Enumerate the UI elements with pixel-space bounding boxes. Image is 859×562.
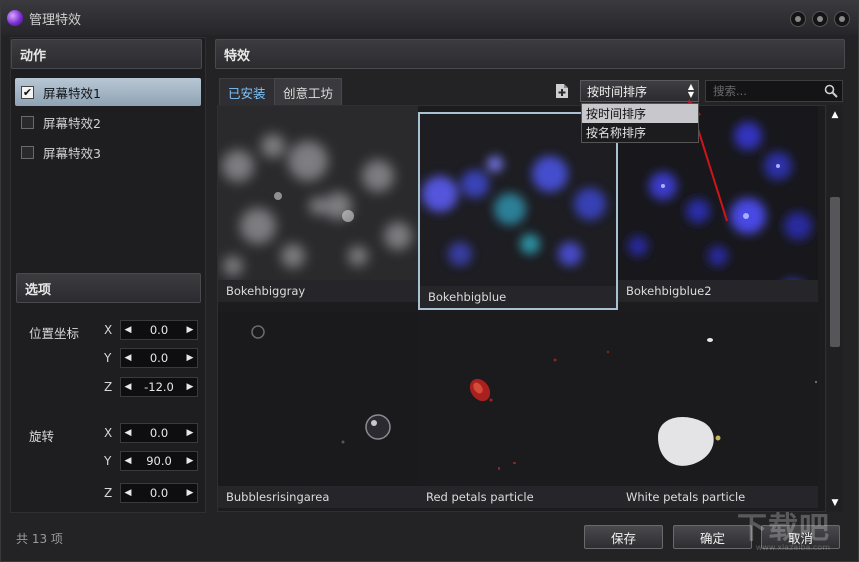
increment-icon[interactable]: ▶ (183, 424, 197, 442)
window-controls (790, 11, 850, 27)
site-watermark: 下载吧 www.xiazaiba.com (737, 503, 830, 552)
effect-tile-bubblesrisingarea[interactable]: Bubblesrisingarea (218, 312, 418, 508)
sort-selected-value: 按时间排序 (587, 84, 648, 99)
position-y-label: Y (104, 351, 112, 365)
position-label: 位置坐标 (29, 326, 80, 341)
checkbox-checked-icon[interactable]: ✔ (21, 85, 34, 99)
action-item-screen-effect-3[interactable]: 屏幕特效3 (15, 138, 201, 166)
effect-tile-bokehbiggray[interactable]: Bokehbiggray (218, 106, 418, 302)
scroll-thumb[interactable] (830, 197, 840, 347)
scroll-down-arrow-icon[interactable]: ▼ (829, 497, 841, 509)
action-item-screen-effect-1[interactable]: ✔ 屏幕特效1 (15, 78, 201, 106)
decrement-icon[interactable]: ◀ (121, 424, 135, 442)
item-count: 共 13 项 (16, 532, 63, 546)
save-button[interactable]: 保存 (584, 525, 663, 549)
effect-name: Bubblesrisingarea (218, 486, 418, 508)
manage-effects-window: 管理特效 动作 ✔ 屏幕特效1 屏幕特效2 屏幕特效3 选项 位置坐标 X ◀ … (0, 0, 859, 562)
rotation-y-stepper[interactable]: ◀ 90.0 ▶ (120, 451, 198, 471)
action-label: 屏幕特效3 (43, 145, 101, 161)
actions-header: 动作 (11, 39, 202, 69)
action-label: 屏幕特效2 (43, 115, 101, 131)
rotation-z-stepper[interactable]: ◀ 0.0 ▶ (120, 483, 198, 503)
effect-tile-white-petals-particle[interactable]: White petals particle (618, 312, 818, 508)
maximize-button[interactable] (812, 11, 828, 27)
watermark-text: 下载吧 (737, 511, 830, 546)
options-header: 选项 (16, 273, 201, 303)
effect-tile-red-petals-particle[interactable]: Red petals particle (418, 312, 618, 508)
increment-icon[interactable]: ▶ (183, 378, 197, 396)
position-y-stepper[interactable]: ◀ 0.0 ▶ (120, 348, 198, 368)
effect-name: Bokehbigblue (420, 286, 616, 308)
position-z-label: Z (104, 380, 113, 394)
position-z-value[interactable]: -12.0 (144, 380, 174, 394)
title-bar[interactable]: 管理特效 (1, 1, 858, 35)
rotation-z-value[interactable]: 0.0 (150, 486, 168, 500)
position-x-value[interactable]: 0.0 (150, 323, 168, 337)
action-item-screen-effect-2[interactable]: 屏幕特效2 (15, 108, 201, 136)
increment-icon[interactable]: ▶ (183, 349, 197, 367)
checkbox-unchecked-icon[interactable] (21, 115, 34, 129)
checkbox-unchecked-icon[interactable] (21, 145, 34, 159)
sort-option-by-time[interactable]: 按时间排序 (582, 104, 698, 123)
action-label: 屏幕特效1 (43, 85, 101, 101)
rotation-label: 旋转 (29, 429, 55, 444)
decrement-icon[interactable]: ◀ (121, 484, 135, 502)
gallery-scrollbar[interactable]: ▲ ▼ (827, 105, 843, 512)
decrement-icon[interactable]: ◀ (121, 321, 135, 339)
minimize-button[interactable] (790, 11, 806, 27)
red-petals-thumbnail (418, 312, 618, 508)
effect-name: Bokehbiggray (218, 280, 418, 302)
rotation-y-label: Y (104, 454, 112, 468)
add-file-icon[interactable] (555, 83, 569, 99)
decrement-icon[interactable]: ◀ (121, 452, 135, 470)
increment-icon[interactable]: ▶ (183, 484, 197, 502)
position-x-stepper[interactable]: ◀ 0.0 ▶ (120, 320, 198, 340)
sort-option-by-name[interactable]: 按名称排序 (582, 123, 698, 142)
search-icon[interactable] (824, 84, 838, 98)
tab-installed[interactable]: 已安装 (219, 78, 275, 106)
scroll-up-arrow-icon[interactable]: ▲ (829, 109, 841, 121)
increment-icon[interactable]: ▶ (183, 321, 197, 339)
effects-header: 特效 (215, 39, 845, 69)
rotation-x-stepper[interactable]: ◀ 0.0 ▶ (120, 423, 198, 443)
white-petals-thumbnail (618, 312, 818, 508)
decrement-icon[interactable]: ◀ (121, 378, 135, 396)
increment-icon[interactable]: ▶ (183, 452, 197, 470)
position-x-label: X (104, 323, 113, 337)
position-y-value[interactable]: 0.0 (150, 351, 168, 365)
bubbles-thumbnail (218, 312, 418, 508)
effect-name: Bokehbigblue2 (618, 280, 818, 302)
sort-dropdown-menu: 按时间排序 按名称排序 (581, 103, 699, 143)
tab-workshop[interactable]: 创意工坊 (274, 78, 343, 106)
effect-name: Red petals particle (418, 486, 618, 508)
window-title: 管理特效 (29, 12, 82, 28)
close-button[interactable] (834, 11, 850, 27)
rotation-x-value[interactable]: 0.0 (150, 426, 168, 440)
rotation-z-label: Z (104, 486, 113, 500)
bokeh-gray-thumbnail (218, 106, 418, 302)
decrement-icon[interactable]: ◀ (121, 349, 135, 367)
rotation-y-value[interactable]: 90.0 (146, 454, 172, 468)
rotation-x-label: X (104, 426, 113, 440)
app-logo-icon (7, 10, 23, 26)
position-z-stepper[interactable]: ◀ -12.0 ▶ (120, 377, 198, 397)
